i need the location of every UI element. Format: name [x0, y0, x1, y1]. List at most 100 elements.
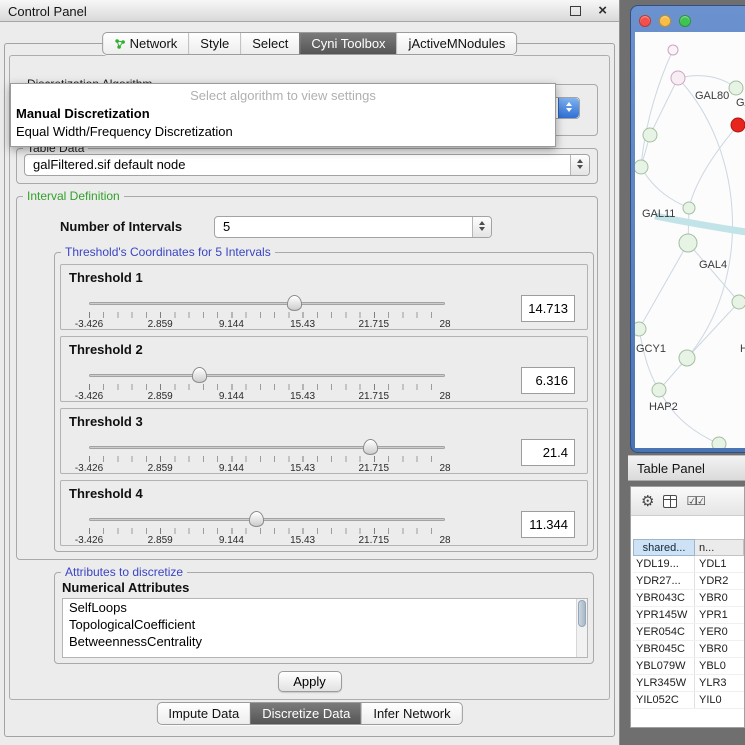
window-traffic-lights — [639, 15, 691, 27]
network-node[interactable] — [643, 128, 657, 142]
popup-item-equal-width-frequency[interactable]: Equal Width/Frequency Discretization — [11, 123, 555, 141]
table-cell-name[interactable]: YER0 — [695, 624, 744, 640]
table-row[interactable]: YIL052C YIL0 — [633, 692, 744, 709]
slider-scale-label: 2.859 — [148, 319, 173, 330]
combobox-stepper-icon[interactable] — [570, 155, 589, 175]
table-cell-name[interactable]: YDR2 — [695, 573, 744, 589]
slider-scale-label: 28 — [439, 463, 450, 474]
network-node-selected[interactable] — [731, 118, 745, 132]
tab-infer-network[interactable]: Infer Network — [361, 703, 461, 724]
network-node[interactable] — [679, 350, 695, 366]
tab-jactivemodules-label: jActiveMNodules — [409, 33, 506, 55]
threshold-4-panel: Threshold 4 -3.4262.8599.14415.4321.7152… — [60, 480, 588, 546]
table-cell-shared-name[interactable]: YDL19... — [633, 556, 695, 572]
slider-thumb[interactable] — [249, 511, 264, 527]
table-cell-shared-name[interactable]: YIL052C — [633, 692, 695, 708]
table-data-combobox[interactable]: galFiltered.sif default node — [24, 154, 590, 176]
threshold-4-slider[interactable]: -3.4262.8599.14415.4321.71528 — [89, 511, 445, 545]
table-cell-shared-name[interactable]: YBL079W — [633, 658, 695, 674]
control-panel-titlebar[interactable]: Control Panel × — [0, 0, 619, 22]
list-item[interactable]: TopologicalCoefficient — [63, 616, 587, 633]
tab-impute-data[interactable]: Impute Data — [157, 703, 250, 724]
combobox-stepper-icon[interactable] — [558, 98, 579, 118]
table-cell-shared-name[interactable]: YBR045C — [633, 641, 695, 657]
column-header-shared-name[interactable]: shared... — [633, 539, 695, 556]
select-columns-icon[interactable]: ☑☑ — [686, 495, 704, 507]
table-cell-name[interactable]: YDL1 — [695, 556, 744, 572]
table-cell-name[interactable]: YIL0 — [695, 692, 744, 708]
table-row[interactable]: YDR27... YDR2 — [633, 573, 744, 590]
numerical-attributes-list[interactable]: SelfLoopsTopologicalCoefficientBetweenne… — [62, 598, 588, 658]
table-row[interactable]: YPR145W YPR1 — [633, 607, 744, 624]
table-cell-name[interactable]: YPR1 — [695, 607, 744, 623]
table-row[interactable]: YBR045C YBR0 — [633, 641, 744, 658]
interval-definition-group-label: Interval Definition — [23, 189, 124, 203]
threshold-3-value-field[interactable]: 21.4 — [521, 439, 575, 466]
network-node[interactable] — [683, 202, 695, 214]
tab-network[interactable]: Network — [103, 33, 189, 54]
table-row[interactable]: YDL19... YDL1 — [633, 556, 744, 573]
popup-prompt-item[interactable]: Select algorithm to view settings — [11, 84, 555, 105]
threshold-4-value-field[interactable]: 11.344 — [521, 511, 575, 538]
table-panel-titlebar[interactable]: Table Panel — [628, 455, 745, 481]
threshold-3-slider[interactable]: -3.4262.8599.14415.4321.71528 — [89, 439, 445, 473]
apply-button[interactable]: Apply — [278, 671, 342, 692]
table-cell-name[interactable]: YBR0 — [695, 641, 744, 657]
table-cell-shared-name[interactable]: YBR043C — [633, 590, 695, 606]
network-node[interactable] — [635, 160, 648, 174]
network-node[interactable] — [732, 295, 745, 309]
table-cell-shared-name[interactable]: YDR27... — [633, 573, 695, 589]
threshold-1-slider[interactable]: -3.4262.8599.14415.4321.71528 — [89, 295, 445, 329]
list-scrollbar[interactable] — [576, 599, 587, 657]
close-panel-icon[interactable]: × — [598, 2, 607, 19]
slider-thumb[interactable] — [192, 367, 207, 383]
network-view-window[interactable]: GAL80 GA GAL11 GAL4 GCY1 H HAP2 — [630, 5, 745, 453]
table-row[interactable]: YLR345W YLR3 — [633, 675, 744, 692]
scrollbar-thumb[interactable] — [578, 600, 586, 627]
network-node[interactable] — [729, 81, 743, 95]
table-cell-name[interactable]: YLR3 — [695, 675, 744, 691]
threshold-2-slider[interactable]: -3.4262.8599.14415.4321.71528 — [89, 367, 445, 401]
network-node[interactable] — [671, 71, 685, 85]
tab-style[interactable]: Style — [188, 33, 240, 54]
float-panel-icon[interactable] — [570, 6, 581, 16]
table-cell-shared-name[interactable]: YPR145W — [633, 607, 695, 623]
slider-ticks — [89, 384, 445, 390]
network-canvas[interactable]: GAL80 GA GAL11 GAL4 GCY1 H HAP2 — [635, 32, 745, 448]
slider-thumb[interactable] — [363, 439, 378, 455]
zoom-window-icon[interactable] — [679, 15, 691, 27]
list-item[interactable]: BetweennessCentrality — [63, 633, 587, 650]
network-node-label: GCY1 — [636, 343, 666, 355]
network-node[interactable] — [652, 383, 666, 397]
tab-cyni-toolbox[interactable]: Cyni Toolbox — [299, 33, 396, 54]
slider-scale-label: -3.426 — [75, 463, 103, 474]
tab-select[interactable]: Select — [240, 33, 299, 54]
table-row[interactable]: YBR043C YBR0 — [633, 590, 744, 607]
table-row[interactable]: YBL079W YBL0 — [633, 658, 744, 675]
list-item[interactable]: SelfLoops — [63, 599, 587, 616]
table-cell-name[interactable]: YBR0 — [695, 590, 744, 606]
tab-jactivemodules[interactable]: jActiveMNodules — [397, 33, 517, 54]
table-cell-shared-name[interactable]: YER054C — [633, 624, 695, 640]
popup-item-manual-discretization[interactable]: Manual Discretization — [11, 105, 555, 123]
table-row[interactable]: YER054C YER0 — [633, 624, 744, 641]
table-cell-name[interactable]: YBL0 — [695, 658, 744, 674]
minimize-window-icon[interactable] — [659, 15, 671, 27]
table-cell-shared-name[interactable]: YLR345W — [633, 675, 695, 691]
network-node[interactable] — [712, 437, 726, 448]
tab-discretize-data[interactable]: Discretize Data — [250, 703, 361, 724]
column-header-name[interactable]: n... — [695, 539, 744, 556]
number-of-intervals-combobox[interactable]: 5 — [214, 216, 492, 238]
slider-scale-label: 28 — [439, 319, 450, 330]
network-node[interactable] — [668, 45, 678, 55]
network-node[interactable] — [635, 322, 646, 336]
columns-icon[interactable] — [663, 495, 677, 508]
close-window-icon[interactable] — [639, 15, 651, 27]
network-node-label: GA — [736, 97, 745, 109]
gear-icon[interactable]: ⚙ — [641, 494, 654, 509]
combobox-stepper-icon[interactable] — [472, 217, 491, 237]
slider-thumb[interactable] — [287, 295, 302, 311]
threshold-1-value-field[interactable]: 14.713 — [521, 295, 575, 322]
network-node[interactable] — [679, 234, 697, 252]
threshold-2-value-field[interactable]: 6.316 — [521, 367, 575, 394]
